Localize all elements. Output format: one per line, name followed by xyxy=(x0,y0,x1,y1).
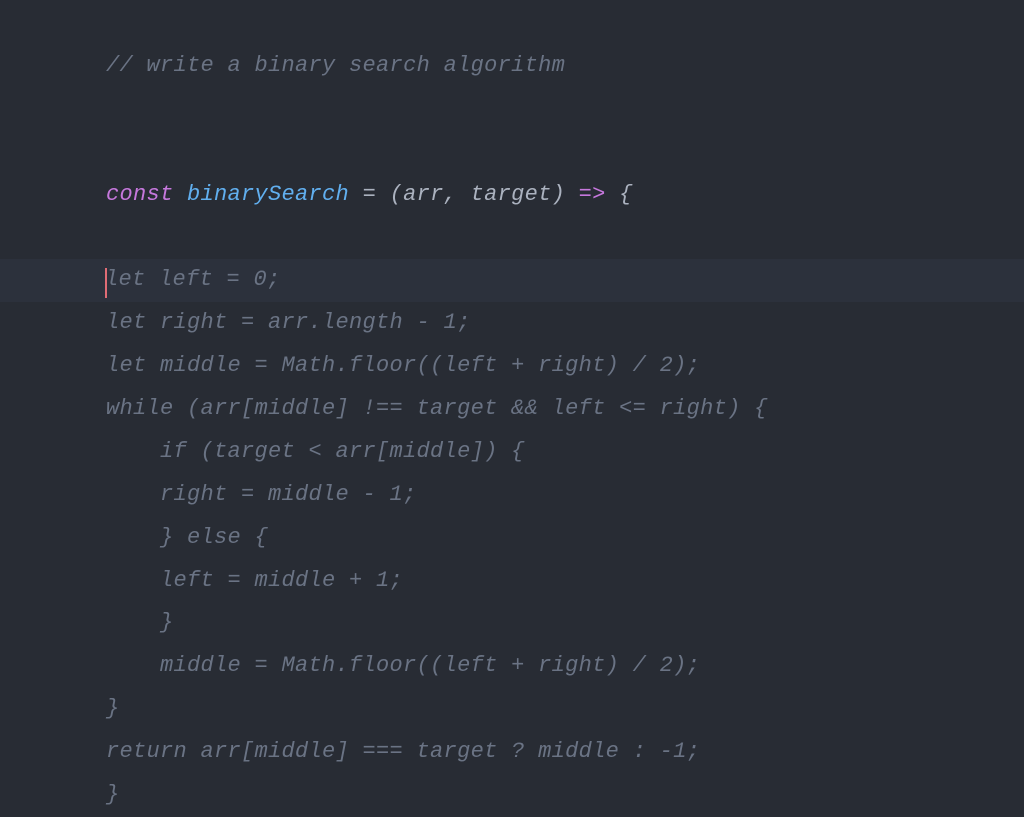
suggestion-text: left = middle + 1; xyxy=(52,568,403,593)
suggestion-line: let left = 0; xyxy=(0,259,1024,302)
suggestion-text: while (arr[middle] !== target && left <=… xyxy=(52,396,768,421)
suggestion-text: } else { xyxy=(52,525,268,550)
equals-operator: = xyxy=(349,182,390,207)
suggestion-line: } xyxy=(0,774,1024,817)
code-editor[interactable]: // write a binary search algorithm const… xyxy=(0,2,1024,665)
code-line-signature: const binarySearch = (arr, target) => { xyxy=(0,131,1024,260)
params-list: arr, target xyxy=(403,182,552,207)
suggestion-line: } else { xyxy=(0,517,1024,560)
const-keyword: const xyxy=(106,182,174,207)
suggestion-text: } xyxy=(52,610,174,635)
suggestion-text: let middle = Math.floor((left + right) /… xyxy=(52,353,700,378)
suggestion-text: } xyxy=(52,782,120,807)
suggestion-line: while (arr[middle] !== target && left <=… xyxy=(0,388,1024,431)
arrow-token: => xyxy=(565,182,619,207)
open-paren: ( xyxy=(390,182,404,207)
suggestion-line: right = middle - 1; xyxy=(0,474,1024,517)
suggestion-line: } xyxy=(0,602,1024,645)
comment-text: // write a binary search algorithm xyxy=(106,53,565,78)
suggestion-text: middle = Math.floor((left + right) / 2); xyxy=(52,653,700,678)
suggestion-block[interactable]: let left = 0; let right = arr.length - 1… xyxy=(0,259,1024,817)
suggestion-line: let middle = Math.floor((left + right) /… xyxy=(0,345,1024,388)
open-brace: { xyxy=(619,182,633,207)
text-cursor xyxy=(105,268,107,298)
suggestion-line: return arr[middle] === target ? middle :… xyxy=(0,731,1024,774)
suggestion-line: middle = Math.floor((left + right) / 2); xyxy=(0,645,1024,688)
suggestion-text: if (target < arr[middle]) { xyxy=(52,439,525,464)
suggestion-text: return arr[middle] === target ? middle :… xyxy=(52,739,700,764)
close-paren: ) xyxy=(552,182,566,207)
suggestion-line: left = middle + 1; xyxy=(0,560,1024,603)
suggestion-line: if (target < arr[middle]) { xyxy=(0,431,1024,474)
suggestion-text: right = middle - 1; xyxy=(52,482,417,507)
function-name: binarySearch xyxy=(174,182,350,207)
suggestion-line: let right = arr.length - 1; xyxy=(0,302,1024,345)
suggestion-text: let right = arr.length - 1; xyxy=(52,310,471,335)
suggestion-text: let left = 0; xyxy=(105,267,281,292)
suggestion-line: } xyxy=(0,688,1024,731)
suggestion-text: } xyxy=(52,696,120,721)
code-line-comment: // write a binary search algorithm xyxy=(0,2,1024,131)
